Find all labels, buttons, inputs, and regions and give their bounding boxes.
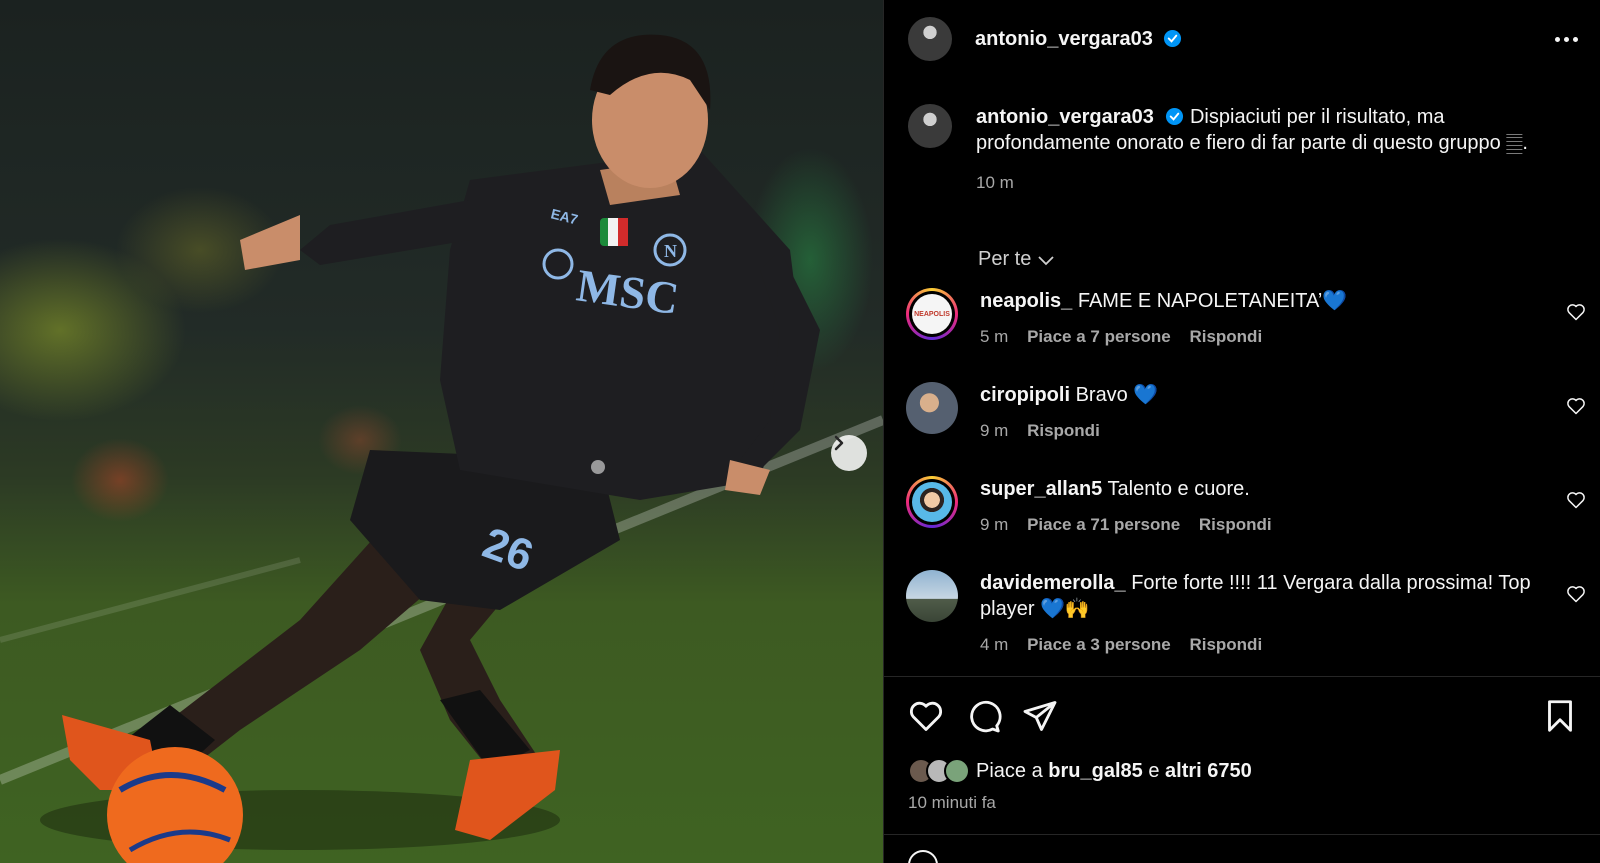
comment-text: FAME E NAPOLETANEITA’💙 (1077, 290, 1348, 312)
post-header: antonio_vergara03 (884, 0, 1600, 78)
comment-bubble-icon[interactable] (966, 698, 1002, 734)
caption-username[interactable]: antonio_vergara03 (976, 106, 1154, 128)
chevron-down-icon (1038, 255, 1054, 265)
verified-badge-icon (1164, 29, 1182, 47)
comment-meta: 4 m Piace a 3 persone Rispondi (980, 632, 1540, 658)
comment-username[interactable]: super_allan5 (980, 478, 1102, 500)
share-send-icon[interactable] (1022, 698, 1058, 734)
likes-summary: Piace a bru_gal85 e altri 6750 (908, 758, 1252, 784)
comment-username[interactable]: davidemerolla_ (980, 572, 1126, 594)
actions-divider (884, 676, 1600, 677)
comment-avatar[interactable]: NEAPOLIS (906, 288, 958, 340)
like-comment-heart-icon[interactable] (1566, 302, 1586, 322)
chevron-right-icon (834, 435, 844, 451)
dot-icon (1572, 36, 1578, 42)
post-media[interactable]: N MSC EA7 26 (0, 0, 883, 863)
likes-connector: e (1148, 759, 1160, 782)
verified-badge-icon (1166, 107, 1184, 126)
comment-item: davidemerolla_ Forte forte !!!! 11 Verga… (906, 570, 1586, 658)
comment-meta: 5 m Piace a 7 persone Rispondi (980, 324, 1540, 350)
comment-body: ciropipoli Bravo 💙 9 m Rispondi (980, 382, 1540, 444)
comment-username[interactable]: ciropipoli (980, 384, 1070, 406)
comment-item: ciropipoli Bravo 💙 9 m Rispondi (906, 382, 1586, 444)
reply-button[interactable]: Rispondi (1199, 515, 1272, 534)
dot-icon (1554, 36, 1560, 42)
comment-text: Bravo 💙 (1075, 384, 1159, 406)
comment-time: 9 m (980, 515, 1009, 534)
like-comment-heart-icon[interactable] (1566, 396, 1586, 416)
next-slide-button[interactable] (831, 435, 867, 471)
comment-body: neapolis_ FAME E NAPOLETANEITA’💙 5 m Pia… (980, 288, 1540, 350)
emoji-icon[interactable] (908, 850, 938, 863)
comment-time: 9 m (980, 421, 1009, 440)
comment-item: super_allan5 Talento e cuore. 9 m Piace … (906, 476, 1586, 538)
comment-avatar[interactable] (906, 570, 958, 622)
author-name-wrap: antonio_vergara03 (975, 28, 1182, 51)
carousel-indicator (591, 460, 605, 474)
likes-prefix: Piace a (976, 759, 1043, 782)
player-photo: N MSC EA7 26 (0, 34, 883, 863)
filter-label: Per te (978, 248, 1032, 270)
author-avatar[interactable] (908, 17, 952, 61)
comment-time: 5 m (980, 327, 1009, 346)
likes-user[interactable]: bru_gal85 (1048, 760, 1142, 783)
liker-avatars (908, 758, 970, 784)
comment-meta: 9 m Rispondi (980, 418, 1540, 444)
dot-icon (1563, 36, 1569, 42)
comment-likes[interactable]: Piace a 3 persone (1027, 635, 1171, 654)
comment-item: NEAPOLIS neapolis_ FAME E NAPOLETANEITA’… (906, 288, 1586, 350)
likes-others[interactable]: altri 6750 (1165, 760, 1252, 783)
like-comment-heart-icon[interactable] (1566, 490, 1586, 510)
comment-body: davidemerolla_ Forte forte !!!! 11 Verga… (980, 570, 1540, 658)
comment-input-divider (884, 834, 1600, 835)
comment-avatar[interactable] (906, 476, 958, 528)
author-username[interactable]: antonio_vergara03 (975, 28, 1153, 50)
like-comment-heart-icon[interactable] (1566, 584, 1586, 604)
comment-meta: 9 m Piace a 71 persone Rispondi (980, 512, 1540, 538)
more-options-button[interactable] (1551, 26, 1581, 52)
comment-text: Talento e cuore. (1107, 478, 1250, 500)
post-actions-bar (908, 698, 1578, 734)
save-bookmark-icon[interactable] (1542, 698, 1578, 734)
comment-username[interactable]: neapolis_ (980, 290, 1072, 312)
caption-avatar[interactable] (908, 104, 952, 148)
comment-avatar[interactable] (906, 382, 958, 434)
comment-time: 4 m (980, 635, 1009, 654)
jersey-badge-letter: N (664, 241, 677, 261)
liker-avatar (944, 758, 970, 784)
caption-body: antonio_vergara03 Dispiaciuti per il ris… (976, 104, 1556, 196)
reply-button[interactable]: Rispondi (1189, 635, 1262, 654)
caption-time: 10 m (976, 173, 1014, 192)
reply-button[interactable]: Rispondi (1189, 327, 1262, 346)
comment-likes[interactable]: Piace a 71 persone (1027, 515, 1180, 534)
post-caption: antonio_vergara03 Dispiaciuti per il ris… (908, 104, 1588, 196)
reply-button[interactable]: Rispondi (1027, 421, 1100, 440)
post-timestamp: 10 minuti fa (908, 793, 996, 812)
post-side-panel: antonio_vergara03 antonio_vergara03 Disp… (883, 0, 1600, 863)
like-heart-icon[interactable] (908, 698, 944, 734)
comment-body: super_allan5 Talento e cuore. 9 m Piace … (980, 476, 1540, 538)
comments-filter-dropdown[interactable]: Per te (978, 248, 1055, 271)
comment-likes[interactable]: Piace a 7 persone (1027, 327, 1171, 346)
neapolis-logo-text: NEAPOLIS (914, 310, 950, 318)
